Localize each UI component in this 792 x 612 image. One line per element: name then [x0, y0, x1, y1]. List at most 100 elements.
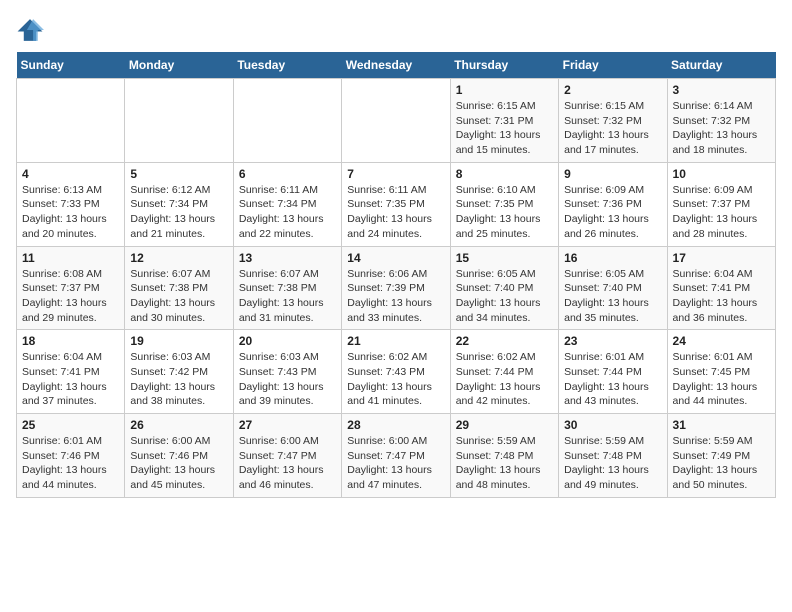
day-info: Sunrise: 6:15 AM Sunset: 7:31 PM Dayligh… — [456, 99, 553, 158]
calendar-cell: 22 Sunrise: 6:02 AM Sunset: 7:44 PM Dayli… — [450, 330, 558, 414]
calendar-cell: 28Sunrise: 6:00 AM Sunset: 7:47 PM Dayli… — [342, 414, 450, 498]
calendar-cell: 11 Sunrise: 6:08 AM Sunset: 7:37 PM Dayli… — [17, 246, 125, 330]
day-info: Sunrise: 6:11 AM Sunset: 7:35 PM Dayligh… — [347, 183, 444, 242]
day-info: Sunrise: 6:08 AM Sunset: 7:37 PM Dayligh… — [22, 267, 119, 326]
day-number: 7 — [347, 167, 444, 181]
day-info: Sunrise: 6:10 AM Sunset: 7:35 PM Dayligh… — [456, 183, 553, 242]
calendar-week-row: 4 Sunrise: 6:13 AM Sunset: 7:33 PM Daylig… — [17, 162, 776, 246]
day-number: 29 — [456, 418, 553, 432]
day-info: Sunrise: 6:01 AM Sunset: 7:44 PM Dayligh… — [564, 350, 661, 409]
calendar-cell: 20 Sunrise: 6:03 AM Sunset: 7:43 PM Dayli… — [233, 330, 341, 414]
calendar-cell: 4 Sunrise: 6:13 AM Sunset: 7:33 PM Daylig… — [17, 162, 125, 246]
calendar-cell — [233, 79, 341, 163]
day-number: 30 — [564, 418, 661, 432]
calendar-cell: 15 Sunrise: 6:05 AM Sunset: 7:40 PM Dayli… — [450, 246, 558, 330]
day-info: Sunrise: 6:04 AM Sunset: 7:41 PM Dayligh… — [673, 267, 770, 326]
calendar-cell: 23 Sunrise: 6:01 AM Sunset: 7:44 PM Dayli… — [559, 330, 667, 414]
calendar-cell: 17 Sunrise: 6:04 AM Sunset: 7:41 PM Dayli… — [667, 246, 775, 330]
day-info: Sunrise: 6:03 AM Sunset: 7:43 PM Dayligh… — [239, 350, 336, 409]
weekday-header: Tuesday — [233, 52, 341, 79]
day-number: 26 — [130, 418, 227, 432]
day-info: Sunrise: 6:05 AM Sunset: 7:40 PM Dayligh… — [456, 267, 553, 326]
day-info: Sunrise: 6:00 AM Sunset: 7:47 PM Dayligh… — [347, 434, 444, 493]
day-info: Sunrise: 6:12 AM Sunset: 7:34 PM Dayligh… — [130, 183, 227, 242]
day-info: Sunrise: 6:06 AM Sunset: 7:39 PM Dayligh… — [347, 267, 444, 326]
day-number: 23 — [564, 334, 661, 348]
day-number: 15 — [456, 251, 553, 265]
day-number: 25 — [22, 418, 119, 432]
calendar-cell: 14Sunrise: 6:06 AM Sunset: 7:39 PM Dayli… — [342, 246, 450, 330]
calendar-cell: 10 Sunrise: 6:09 AM Sunset: 7:37 PM Dayli… — [667, 162, 775, 246]
calendar-week-row: 18Sunrise: 6:04 AM Sunset: 7:41 PM Dayli… — [17, 330, 776, 414]
calendar-cell: 5 Sunrise: 6:12 AM Sunset: 7:34 PM Daylig… — [125, 162, 233, 246]
weekday-header: Monday — [125, 52, 233, 79]
weekday-header: Sunday — [17, 52, 125, 79]
calendar-cell: 31 Sunrise: 5:59 AM Sunset: 7:49 PM Dayli… — [667, 414, 775, 498]
calendar-cell: 3 Sunrise: 6:14 AM Sunset: 7:32 PM Daylig… — [667, 79, 775, 163]
day-info: Sunrise: 6:03 AM Sunset: 7:42 PM Dayligh… — [130, 350, 227, 409]
day-number: 24 — [673, 334, 770, 348]
day-info: Sunrise: 6:02 AM Sunset: 7:44 PM Dayligh… — [456, 350, 553, 409]
day-info: Sunrise: 5:59 AM Sunset: 7:48 PM Dayligh… — [456, 434, 553, 493]
day-number: 19 — [130, 334, 227, 348]
day-info: Sunrise: 6:01 AM Sunset: 7:46 PM Dayligh… — [22, 434, 119, 493]
day-info: Sunrise: 6:13 AM Sunset: 7:33 PM Dayligh… — [22, 183, 119, 242]
day-number: 18 — [22, 334, 119, 348]
day-number: 21 — [347, 334, 444, 348]
day-number: 8 — [456, 167, 553, 181]
day-number: 9 — [564, 167, 661, 181]
day-info: Sunrise: 6:07 AM Sunset: 7:38 PM Dayligh… — [130, 267, 227, 326]
day-info: Sunrise: 6:00 AM Sunset: 7:47 PM Dayligh… — [239, 434, 336, 493]
day-number: 20 — [239, 334, 336, 348]
day-number: 12 — [130, 251, 227, 265]
calendar-week-row: 11 Sunrise: 6:08 AM Sunset: 7:37 PM Dayli… — [17, 246, 776, 330]
day-number: 10 — [673, 167, 770, 181]
calendar-cell: 21 Sunrise: 6:02 AM Sunset: 7:43 PM Dayli… — [342, 330, 450, 414]
weekday-header-row: SundayMondayTuesdayWednesdayThursdayFrid… — [17, 52, 776, 79]
calendar-cell: 27 Sunrise: 6:00 AM Sunset: 7:47 PM Dayli… — [233, 414, 341, 498]
calendar-cell: 19 Sunrise: 6:03 AM Sunset: 7:42 PM Dayli… — [125, 330, 233, 414]
day-info: Sunrise: 6:02 AM Sunset: 7:43 PM Dayligh… — [347, 350, 444, 409]
calendar-cell: 1 Sunrise: 6:15 AM Sunset: 7:31 PM Daylig… — [450, 79, 558, 163]
day-number: 6 — [239, 167, 336, 181]
calendar-cell — [17, 79, 125, 163]
day-number: 3 — [673, 83, 770, 97]
day-info: Sunrise: 5:59 AM Sunset: 7:49 PM Dayligh… — [673, 434, 770, 493]
day-info: Sunrise: 6:07 AM Sunset: 7:38 PM Dayligh… — [239, 267, 336, 326]
day-number: 4 — [22, 167, 119, 181]
calendar-cell: 18Sunrise: 6:04 AM Sunset: 7:41 PM Dayli… — [17, 330, 125, 414]
calendar-cell: 26 Sunrise: 6:00 AM Sunset: 7:46 PM Dayli… — [125, 414, 233, 498]
logo-icon — [16, 16, 44, 44]
calendar-cell: 12 Sunrise: 6:07 AM Sunset: 7:38 PM Dayli… — [125, 246, 233, 330]
day-info: Sunrise: 6:01 AM Sunset: 7:45 PM Dayligh… — [673, 350, 770, 409]
day-info: Sunrise: 6:15 AM Sunset: 7:32 PM Dayligh… — [564, 99, 661, 158]
page-header — [16, 16, 776, 44]
day-number: 5 — [130, 167, 227, 181]
day-number: 16 — [564, 251, 661, 265]
calendar-week-row: 25 Sunrise: 6:01 AM Sunset: 7:46 PM Dayli… — [17, 414, 776, 498]
day-number: 22 — [456, 334, 553, 348]
day-number: 27 — [239, 418, 336, 432]
weekday-header: Thursday — [450, 52, 558, 79]
calendar-cell: 6 Sunrise: 6:11 AM Sunset: 7:34 PM Daylig… — [233, 162, 341, 246]
day-info: Sunrise: 6:11 AM Sunset: 7:34 PM Dayligh… — [239, 183, 336, 242]
day-number: 1 — [456, 83, 553, 97]
calendar-cell — [125, 79, 233, 163]
day-info: Sunrise: 6:14 AM Sunset: 7:32 PM Dayligh… — [673, 99, 770, 158]
day-number: 17 — [673, 251, 770, 265]
weekday-header: Saturday — [667, 52, 775, 79]
day-info: Sunrise: 5:59 AM Sunset: 7:48 PM Dayligh… — [564, 434, 661, 493]
day-number: 11 — [22, 251, 119, 265]
calendar-cell — [342, 79, 450, 163]
logo — [16, 16, 48, 44]
day-info: Sunrise: 6:00 AM Sunset: 7:46 PM Dayligh… — [130, 434, 227, 493]
day-number: 13 — [239, 251, 336, 265]
calendar-cell: 24 Sunrise: 6:01 AM Sunset: 7:45 PM Dayli… — [667, 330, 775, 414]
day-number: 2 — [564, 83, 661, 97]
calendar-table: SundayMondayTuesdayWednesdayThursdayFrid… — [16, 52, 776, 498]
day-info: Sunrise: 6:09 AM Sunset: 7:37 PM Dayligh… — [673, 183, 770, 242]
day-number: 31 — [673, 418, 770, 432]
weekday-header: Wednesday — [342, 52, 450, 79]
calendar-cell: 30 Sunrise: 5:59 AM Sunset: 7:48 PM Dayli… — [559, 414, 667, 498]
day-info: Sunrise: 6:09 AM Sunset: 7:36 PM Dayligh… — [564, 183, 661, 242]
